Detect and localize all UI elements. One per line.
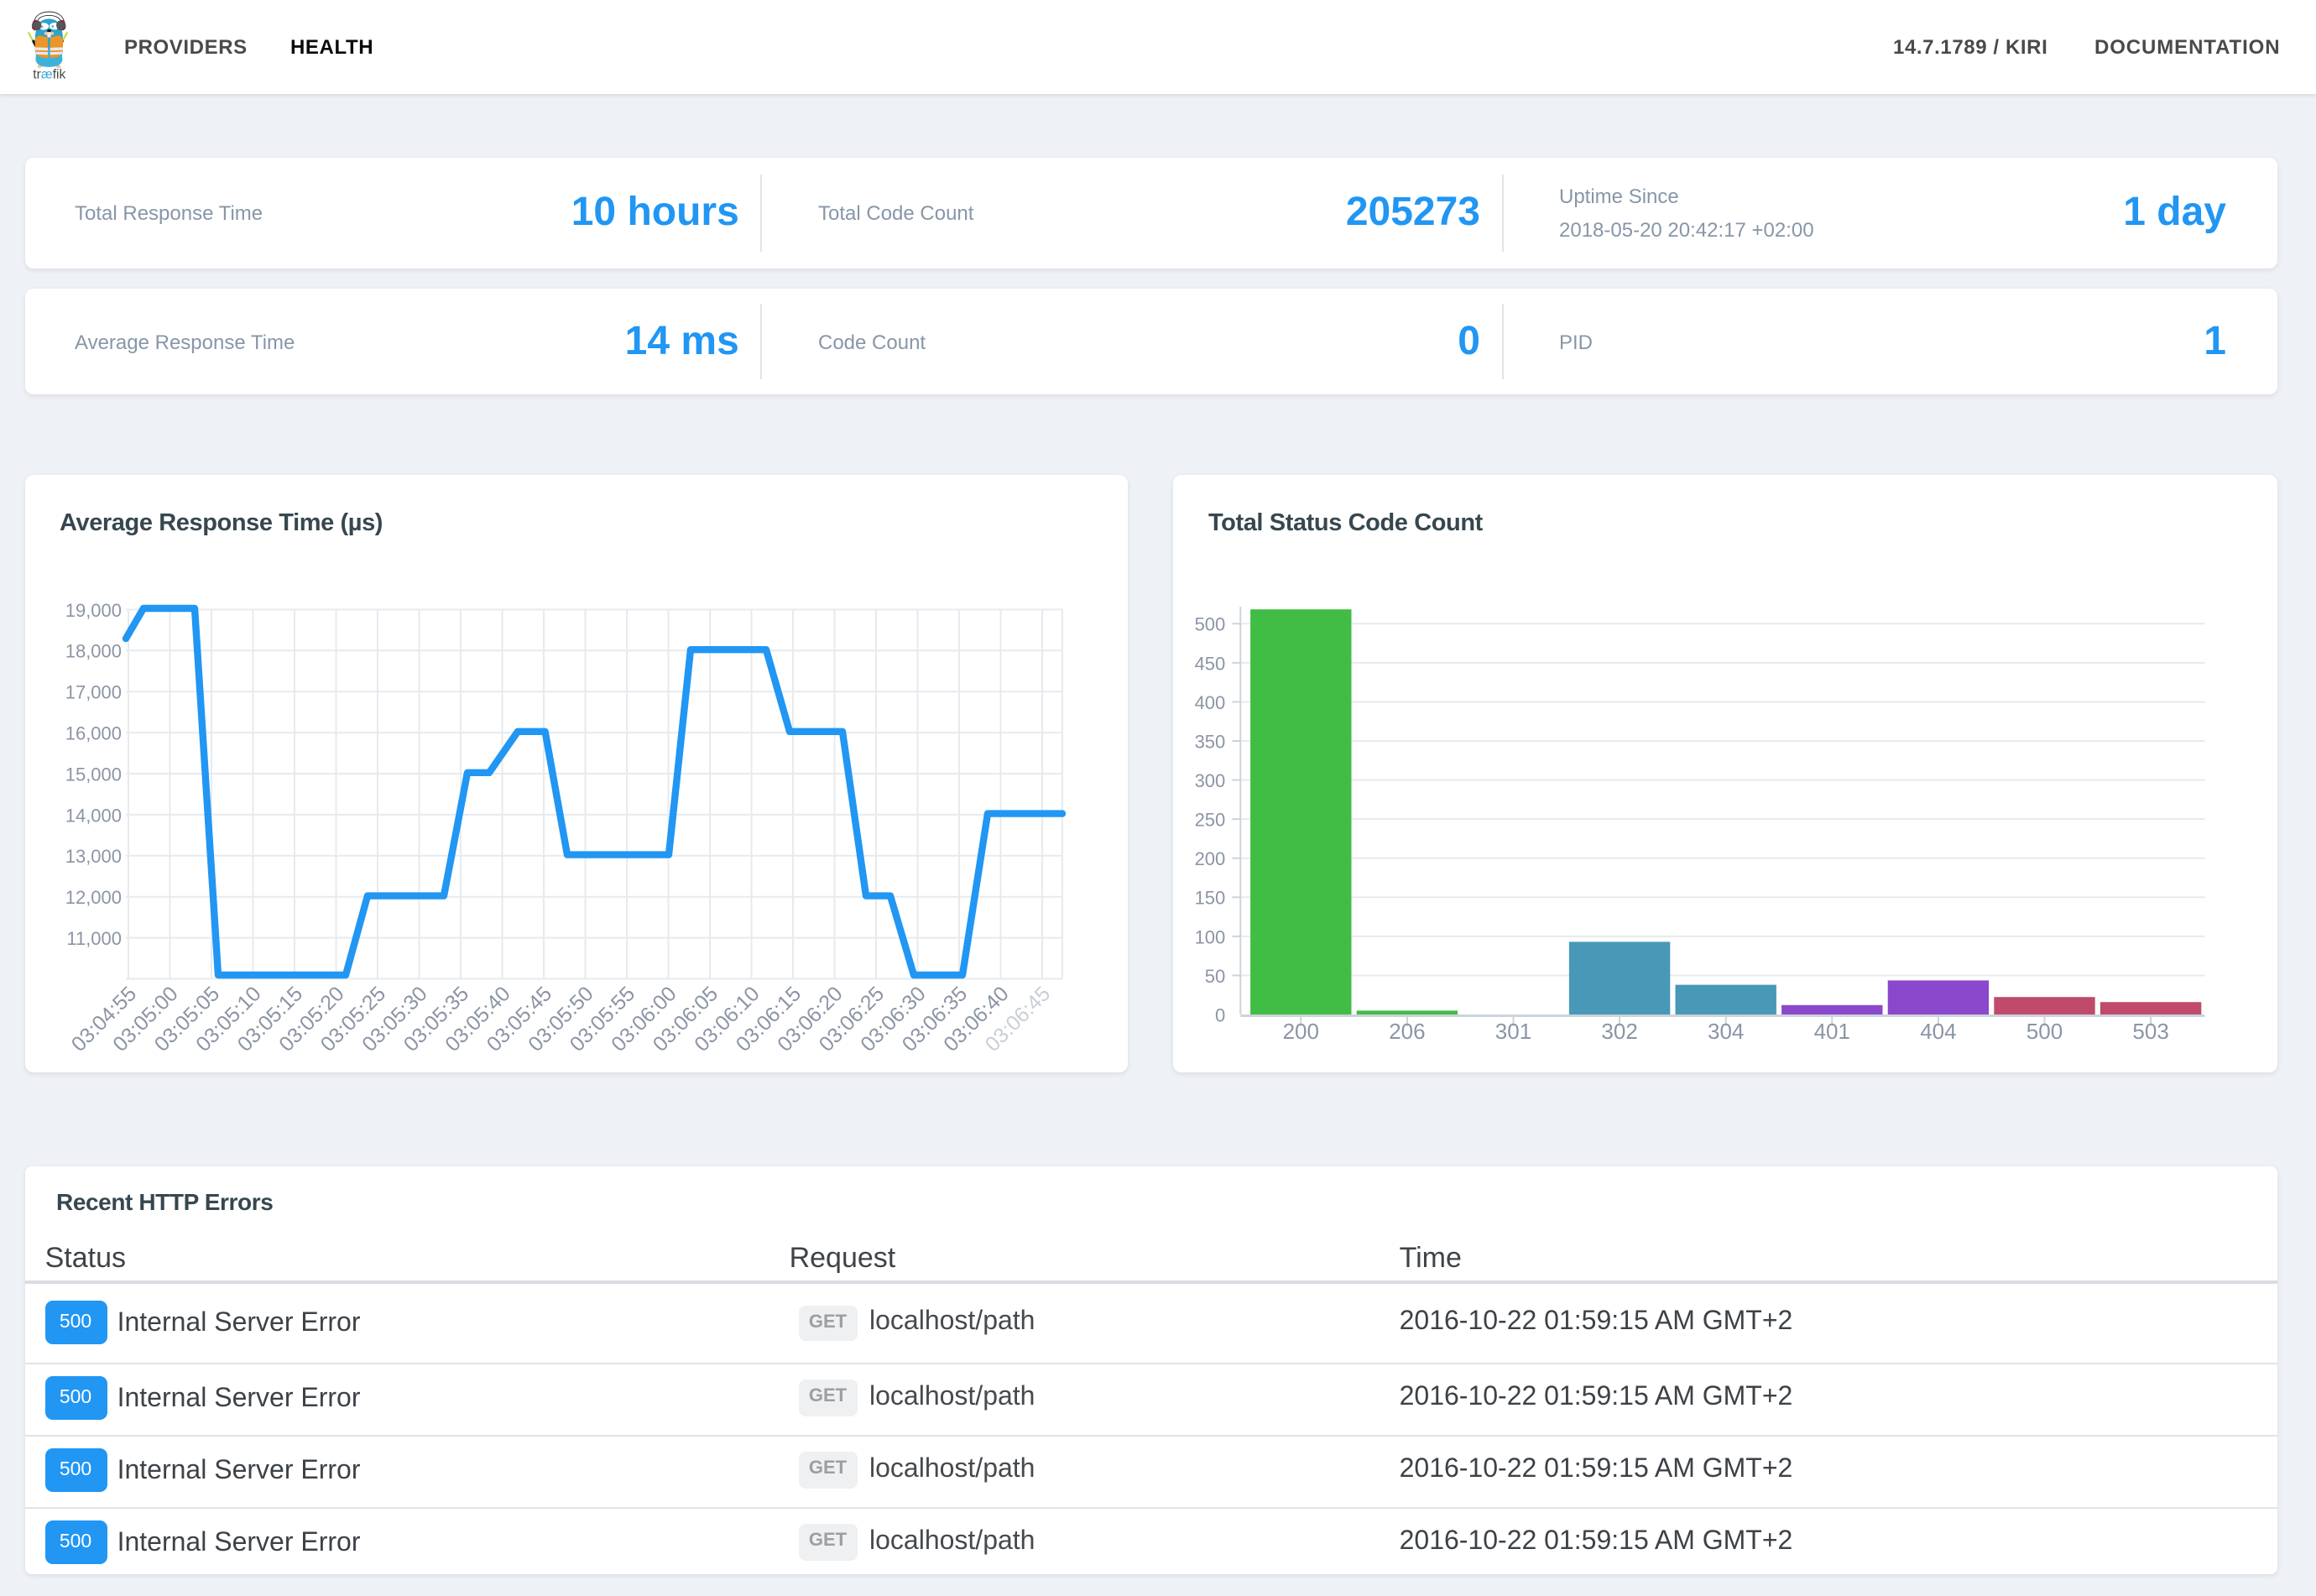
svg-text:200: 200: [1194, 848, 1225, 868]
svg-text:træfik: træfik: [33, 68, 65, 82]
svg-text:18,000: 18,000: [65, 640, 121, 661]
svg-text:206: 206: [1389, 1018, 1425, 1043]
svg-text:14,000: 14,000: [65, 804, 121, 825]
svg-text:12,000: 12,000: [65, 886, 121, 907]
svg-text:300: 300: [1194, 769, 1225, 790]
svg-text:100: 100: [1194, 926, 1225, 947]
svg-text:404: 404: [1920, 1018, 1956, 1043]
svg-text:19,000: 19,000: [65, 599, 121, 620]
svg-text:302: 302: [1601, 1018, 1637, 1043]
svg-text:16,000: 16,000: [65, 722, 121, 743]
svg-text:13,000: 13,000: [65, 845, 121, 866]
svg-text:500: 500: [2026, 1018, 2062, 1043]
svg-text:500: 500: [1194, 613, 1225, 634]
svg-text:200: 200: [1282, 1018, 1318, 1043]
svg-text:304: 304: [1707, 1018, 1743, 1043]
svg-text:401: 401: [1813, 1018, 1849, 1043]
svg-text:503: 503: [2132, 1018, 2168, 1043]
svg-text:350: 350: [1194, 730, 1225, 751]
svg-text:250: 250: [1194, 809, 1225, 830]
svg-text:450: 450: [1194, 652, 1225, 673]
svg-text:0: 0: [1214, 1004, 1224, 1025]
svg-text:17,000: 17,000: [65, 681, 121, 702]
svg-text:50: 50: [1204, 965, 1224, 986]
svg-text:301: 301: [1494, 1018, 1531, 1043]
svg-text:150: 150: [1194, 887, 1225, 908]
svg-text:15,000: 15,000: [65, 763, 121, 784]
svg-text:400: 400: [1194, 691, 1225, 712]
svg-text:11,000: 11,000: [65, 927, 121, 948]
